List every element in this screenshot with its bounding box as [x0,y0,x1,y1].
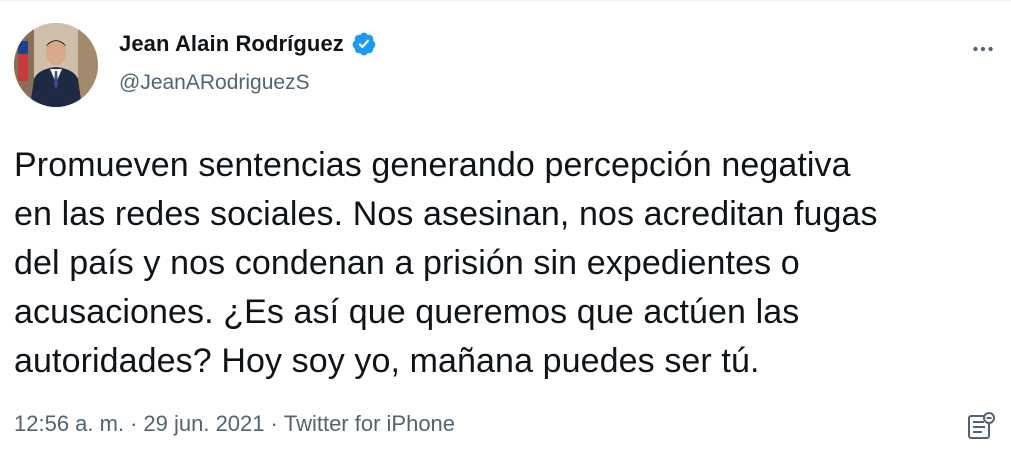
analytics-icon [968,412,995,439]
meta-separator: · [130,411,138,436]
author-handle[interactable]: @JeanARodriguezS [119,71,310,95]
more-options-icon [973,46,993,52]
author-display-name[interactable]: Jean Alain Rodríguez [119,31,344,57]
tweet-time[interactable]: 12:56 a. m. [14,411,124,437]
tweet-source[interactable]: Twitter for iPhone [284,411,455,437]
author-avatar[interactable] [14,23,98,107]
analytics-button[interactable] [965,411,997,443]
more-options-button[interactable] [965,31,1001,67]
author-name-row: Jean Alain Rodríguez [119,31,377,57]
tweet-date[interactable]: 29 jun. 2021 [143,411,264,437]
tweet-metadata: 12:56 a. m. · 29 jun. 2021 · Twitter for… [14,411,455,437]
meta-separator: · [270,411,278,436]
profile-photo-icon [14,23,98,107]
tweet-text: Promueven sentencias generando percepció… [14,146,878,380]
tweet-card: Jean Alain Rodríguez @JeanARodriguezS Pr… [0,0,1011,453]
verified-badge-icon [351,31,377,57]
